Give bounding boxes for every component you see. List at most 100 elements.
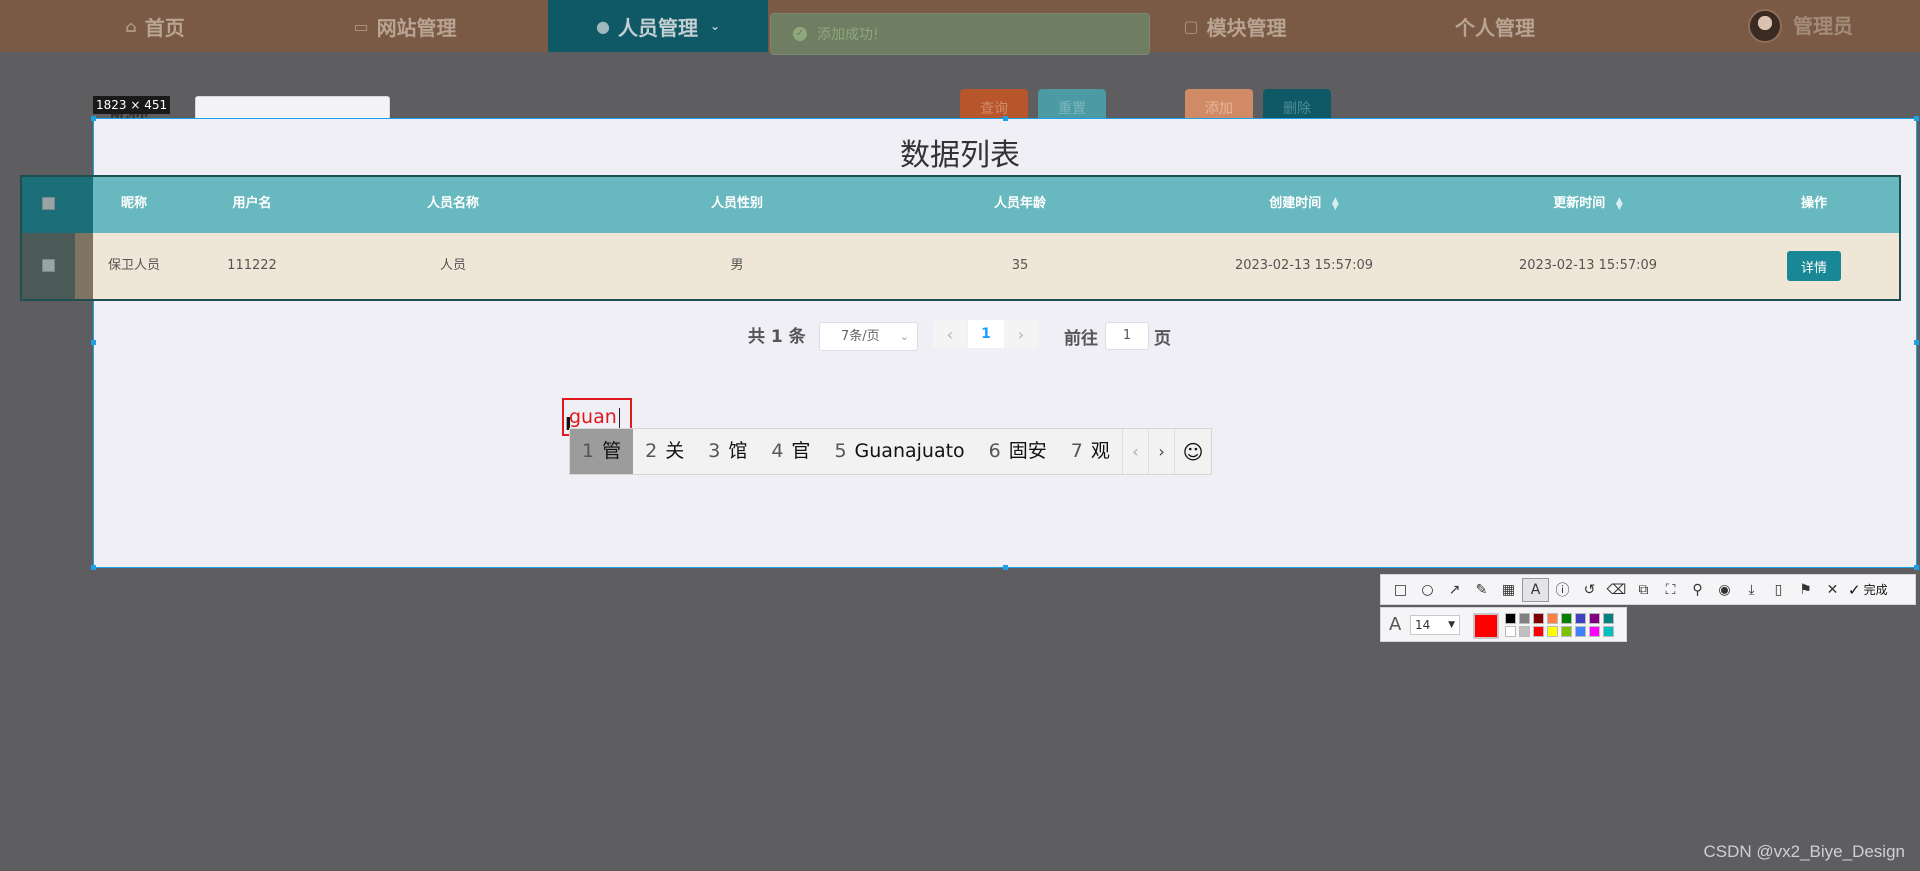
prev-page-button[interactable]: ‹	[933, 320, 967, 348]
pin-icon[interactable]: ⚲	[1684, 578, 1711, 602]
column-header-created[interactable]: 创建时间 ▲ ▼	[1269, 175, 1338, 233]
table-row: 保卫人员 111222 人员 男 35 2023-02-13 15:57:09 …	[20, 233, 1901, 299]
candidate-number: 3	[708, 440, 721, 462]
bookmark-icon[interactable]: ⚑	[1792, 578, 1819, 602]
color-swatch[interactable]	[1603, 613, 1614, 624]
page-size-select[interactable]: 7条/页 ⌄	[819, 322, 918, 351]
resize-handle[interactable]	[1914, 116, 1919, 121]
font-size-select[interactable]: 14 ▼	[1410, 615, 1460, 635]
avatar[interactable]	[1748, 9, 1782, 43]
ime-candidate[interactable]: 5 Guanajuato	[822, 429, 976, 474]
nav-website-label: 网站管理	[376, 15, 457, 40]
sort-icon[interactable]: ▲ ▼	[1616, 196, 1623, 211]
smiley-icon: ☺	[1182, 439, 1204, 464]
candidate-text: 固安	[1008, 440, 1047, 462]
annotation-toolbar: □ ○ ↗ ✎ ▦ A ⓘ ↺ ⌫ ⧉ ⛶ ⚲ ◉ ⤓ ▯ ⚑ ✕ ✓ 完成	[1380, 574, 1916, 605]
nav-personal-label: 个人管理	[1455, 15, 1535, 40]
pen-tool-icon[interactable]: ✎	[1468, 578, 1495, 602]
translate-icon[interactable]: ⧉	[1630, 578, 1657, 602]
color-swatch[interactable]	[1547, 626, 1558, 637]
color-swatch[interactable]	[1519, 613, 1530, 624]
resize-handle[interactable]	[1914, 340, 1919, 345]
resize-handle[interactable]	[1914, 565, 1919, 570]
ime-emoji-button[interactable]: ☺	[1174, 429, 1211, 474]
color-swatch[interactable]	[1561, 626, 1572, 637]
color-swatch[interactable]	[1547, 613, 1558, 624]
ime-candidate[interactable]: 6 固安	[977, 429, 1059, 474]
sort-icon[interactable]: ▲ ▼	[1332, 196, 1339, 211]
toast-text: 添加成功!	[817, 27, 879, 43]
serial-number-tool-icon[interactable]: ⓘ	[1549, 578, 1576, 602]
color-swatch[interactable]	[1519, 626, 1530, 637]
color-swatch[interactable]	[1603, 626, 1614, 637]
ime-next-page[interactable]: ›	[1148, 429, 1174, 474]
candidate-text: 官	[791, 440, 811, 462]
ocr-icon[interactable]: ⛶	[1657, 578, 1684, 602]
resize-handle[interactable]	[91, 565, 96, 570]
mosaic-tool-icon[interactable]: ▦	[1495, 578, 1522, 602]
candidate-text: Guanajuato	[854, 440, 965, 462]
rectangle-tool-icon[interactable]: □	[1387, 578, 1414, 602]
color-swatch[interactable]	[1589, 626, 1600, 637]
color-swatch[interactable]	[1533, 613, 1544, 624]
column-header-updated[interactable]: 更新时间 ▲ ▼	[1553, 175, 1622, 233]
candidate-text: 观	[1090, 440, 1110, 462]
select-all-checkbox[interactable]	[42, 197, 55, 210]
ime-candidate[interactable]: 3馆	[696, 429, 759, 474]
current-color[interactable]	[1473, 613, 1499, 639]
done-button[interactable]: ✓ 完成	[1848, 581, 1888, 599]
candidate-text: 馆	[728, 440, 748, 462]
candidate-number: 6	[988, 440, 1001, 462]
nav-module[interactable]: ▢ 模块管理	[1140, 0, 1330, 52]
page-number-current[interactable]: 1	[968, 320, 1004, 348]
long-screenshot-icon[interactable]: ▯	[1765, 578, 1792, 602]
color-swatch[interactable]	[1533, 626, 1544, 637]
arrow-tool-icon[interactable]: ↗	[1441, 578, 1468, 602]
current-color-fill	[1475, 615, 1497, 637]
column-header: 人员名称	[426, 196, 480, 211]
goto-page-input[interactable]: 1	[1105, 322, 1149, 350]
ime-candidate[interactable]: 7观	[1059, 429, 1122, 474]
color-swatch[interactable]	[1505, 626, 1516, 637]
close-icon[interactable]: ✕	[1819, 578, 1846, 602]
color-swatch[interactable]	[1505, 613, 1516, 624]
column-header: 人员性别	[710, 196, 764, 211]
record-icon[interactable]: ◉	[1711, 578, 1738, 602]
next-page-button[interactable]: ›	[1004, 320, 1038, 348]
nav-home[interactable]: ⌂ 首页	[60, 0, 250, 52]
column-header-label: 创建时间	[1269, 196, 1322, 211]
detail-button[interactable]: 详情	[1787, 251, 1841, 281]
cell-gender: 男	[730, 258, 744, 273]
eraser-icon[interactable]: ⌫	[1603, 578, 1630, 602]
nav-personal[interactable]: 个人管理	[1400, 0, 1590, 52]
color-swatch[interactable]	[1561, 613, 1572, 624]
row-checkbox[interactable]	[42, 259, 55, 272]
ime-candidate[interactable]: 4官	[759, 429, 822, 474]
resize-handle[interactable]	[1003, 565, 1008, 570]
color-swatch[interactable]	[1575, 626, 1586, 637]
text-tool-icon[interactable]: A	[1522, 577, 1549, 602]
ime-candidate[interactable]: 2关	[633, 429, 696, 474]
resize-handle[interactable]	[91, 340, 96, 345]
nav-personnel[interactable]: ● 人员管理 ⌄	[548, 0, 768, 52]
color-swatch[interactable]	[1589, 613, 1600, 624]
goto-label: 前往	[1064, 329, 1098, 349]
user-icon: ●	[595, 16, 610, 36]
nav-website[interactable]: ▭ 网站管理	[310, 0, 500, 52]
ime-candidate[interactable]: 1管	[570, 429, 634, 474]
ime-prev-page[interactable]: ‹	[1121, 429, 1148, 474]
check-circle-icon: ✓	[793, 27, 807, 41]
row-checkbox-cell-edge	[75, 233, 93, 299]
resize-handle[interactable]	[91, 116, 96, 121]
color-swatch[interactable]	[1575, 613, 1586, 624]
ellipse-tool-icon[interactable]: ○	[1414, 578, 1441, 602]
resize-handle[interactable]	[1003, 116, 1008, 121]
caret-down-icon: ▼	[1448, 620, 1455, 630]
table-title: 数据列表	[900, 138, 1020, 173]
table-header: 昵称 用户名 人员名称 人员性别 人员年龄 创建时间 ▲ ▼ 更新时间 ▲ ▼ 操作	[20, 175, 1901, 233]
text-caret	[618, 407, 620, 428]
admin-name[interactable]: 管理员	[1793, 0, 1853, 52]
undo-icon[interactable]: ↺	[1576, 578, 1603, 602]
cell-name: 人员	[439, 258, 467, 273]
download-icon[interactable]: ⤓	[1738, 578, 1765, 602]
